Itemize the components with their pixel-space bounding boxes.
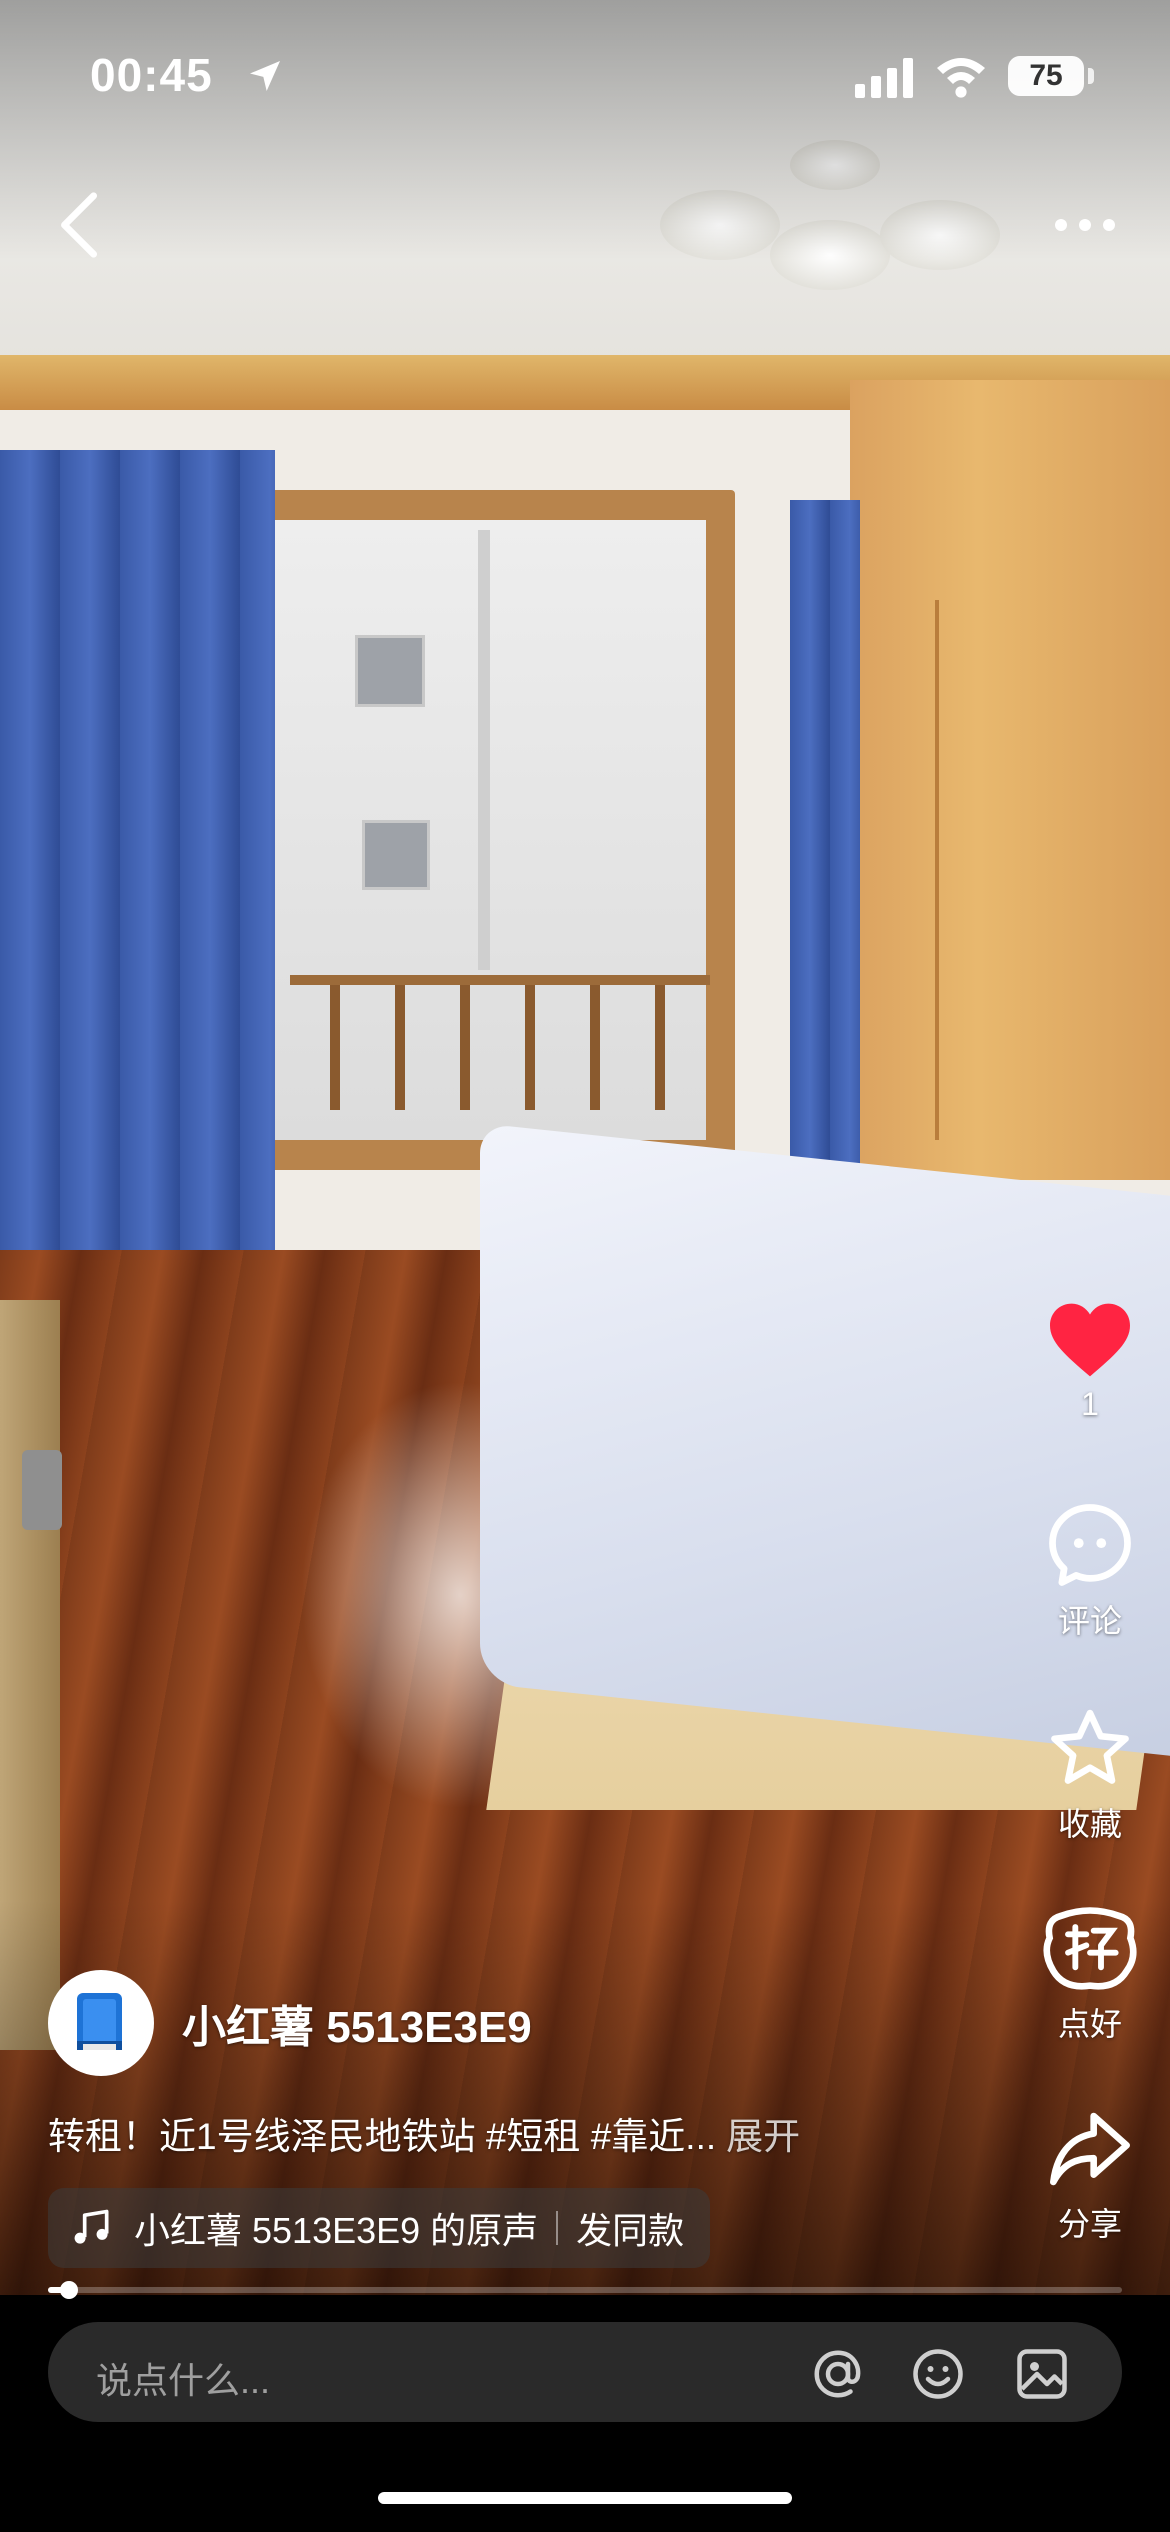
share-label: 分享 <box>1057 2206 1122 2242</box>
rail-bar <box>460 985 470 1110</box>
window-rail <box>290 975 710 985</box>
window-mullion <box>478 530 490 970</box>
use-sound-button[interactable]: 发同款 <box>576 2202 684 2254</box>
comment-label: 评论 <box>1057 1603 1122 1639</box>
collect-label: 收藏 <box>1057 1806 1122 1842</box>
hao-badge-icon <box>1043 1907 1137 1990</box>
caption-text: 转租！近1号线泽民地铁站 <box>48 2116 486 2157</box>
hashtag-link[interactable]: #短租 <box>486 2116 581 2157</box>
wifi-icon <box>937 58 985 98</box>
share-button[interactable]: 分享 <box>1030 2105 1150 2245</box>
share-arrow-icon <box>1050 2112 1130 2186</box>
comment-bubble-icon <box>1049 1504 1131 1586</box>
star-icon <box>1051 1709 1129 1784</box>
curtain-right <box>790 500 860 1180</box>
wardrobe <box>850 380 1170 1180</box>
more-options-button[interactable] <box>1040 200 1130 250</box>
author-name[interactable]: 小红薯 5513E3E9 <box>182 1991 532 2055</box>
book-avatar-icon <box>77 1993 122 2050</box>
comment-button[interactable]: 评论 <box>1030 1500 1150 1642</box>
progress-knob[interactable] <box>60 2281 79 2299</box>
battery-level: 75 <box>1008 56 1084 96</box>
bed-sheet <box>480 1123 1170 1757</box>
curtain-left <box>0 450 275 1350</box>
outside-window <box>355 635 425 707</box>
status-bar: 00:45 75 <box>0 0 1170 150</box>
collect-button[interactable]: 收藏 <box>1030 1705 1150 1845</box>
hashtag-link[interactable]: #靠近... <box>591 2116 716 2157</box>
battery-nub <box>1088 68 1094 84</box>
door-handle <box>22 1450 62 1530</box>
more-dot-icon <box>1103 219 1115 231</box>
music-pill[interactable]: 小红薯 5513E3E9 的原声 发同款 <box>48 2188 711 2268</box>
location-arrow-icon <box>250 61 280 91</box>
heart-icon <box>1050 1303 1130 1377</box>
avatar[interactable] <box>48 1970 154 2076</box>
back-icon[interactable] <box>50 190 110 260</box>
more-dot-icon <box>1055 219 1067 231</box>
wardrobe-door-line <box>935 600 939 1140</box>
more-dot-icon <box>1079 219 1091 231</box>
status-time: 00:45 <box>90 49 213 101</box>
rail-bar <box>395 985 405 1110</box>
author-row[interactable]: 小红薯 5513E3E9 <box>48 1968 532 2078</box>
emoji-icon[interactable] <box>908 2344 968 2404</box>
expand-link[interactable]: 展开 <box>726 2116 800 2157</box>
image-icon[interactable] <box>1012 2344 1072 2404</box>
like-count: 1 <box>1081 1386 1099 1422</box>
rail-bar <box>655 985 665 1110</box>
like-button[interactable]: 1 <box>1030 1300 1150 1423</box>
music-note-icon <box>74 2209 109 2244</box>
good-button[interactable]: 点好 <box>1030 1905 1150 2045</box>
rail-bar <box>330 985 340 1110</box>
cellular-signal-icon <box>855 58 913 98</box>
home-indicator[interactable] <box>378 2492 792 2504</box>
rail-bar <box>590 985 600 1110</box>
at-mention-icon[interactable] <box>808 2344 868 2404</box>
divider <box>556 2211 559 2245</box>
comment-input-bar[interactable]: 说点什么... <box>48 2322 1122 2422</box>
music-label: 小红薯 5513E3E9 的原声 <box>134 2210 539 2251</box>
post-caption[interactable]: 转租！近1号线泽民地铁站 #短租 #靠近... 展开 <box>48 2106 800 2160</box>
outside-window <box>362 820 430 890</box>
video-progress-bar[interactable] <box>48 2281 1122 2299</box>
rail-bar <box>525 985 535 1110</box>
video-player[interactable] <box>0 0 1170 2295</box>
good-label: 点好 <box>1057 2006 1122 2042</box>
comment-input[interactable]: 说点什么... <box>96 2352 270 2404</box>
